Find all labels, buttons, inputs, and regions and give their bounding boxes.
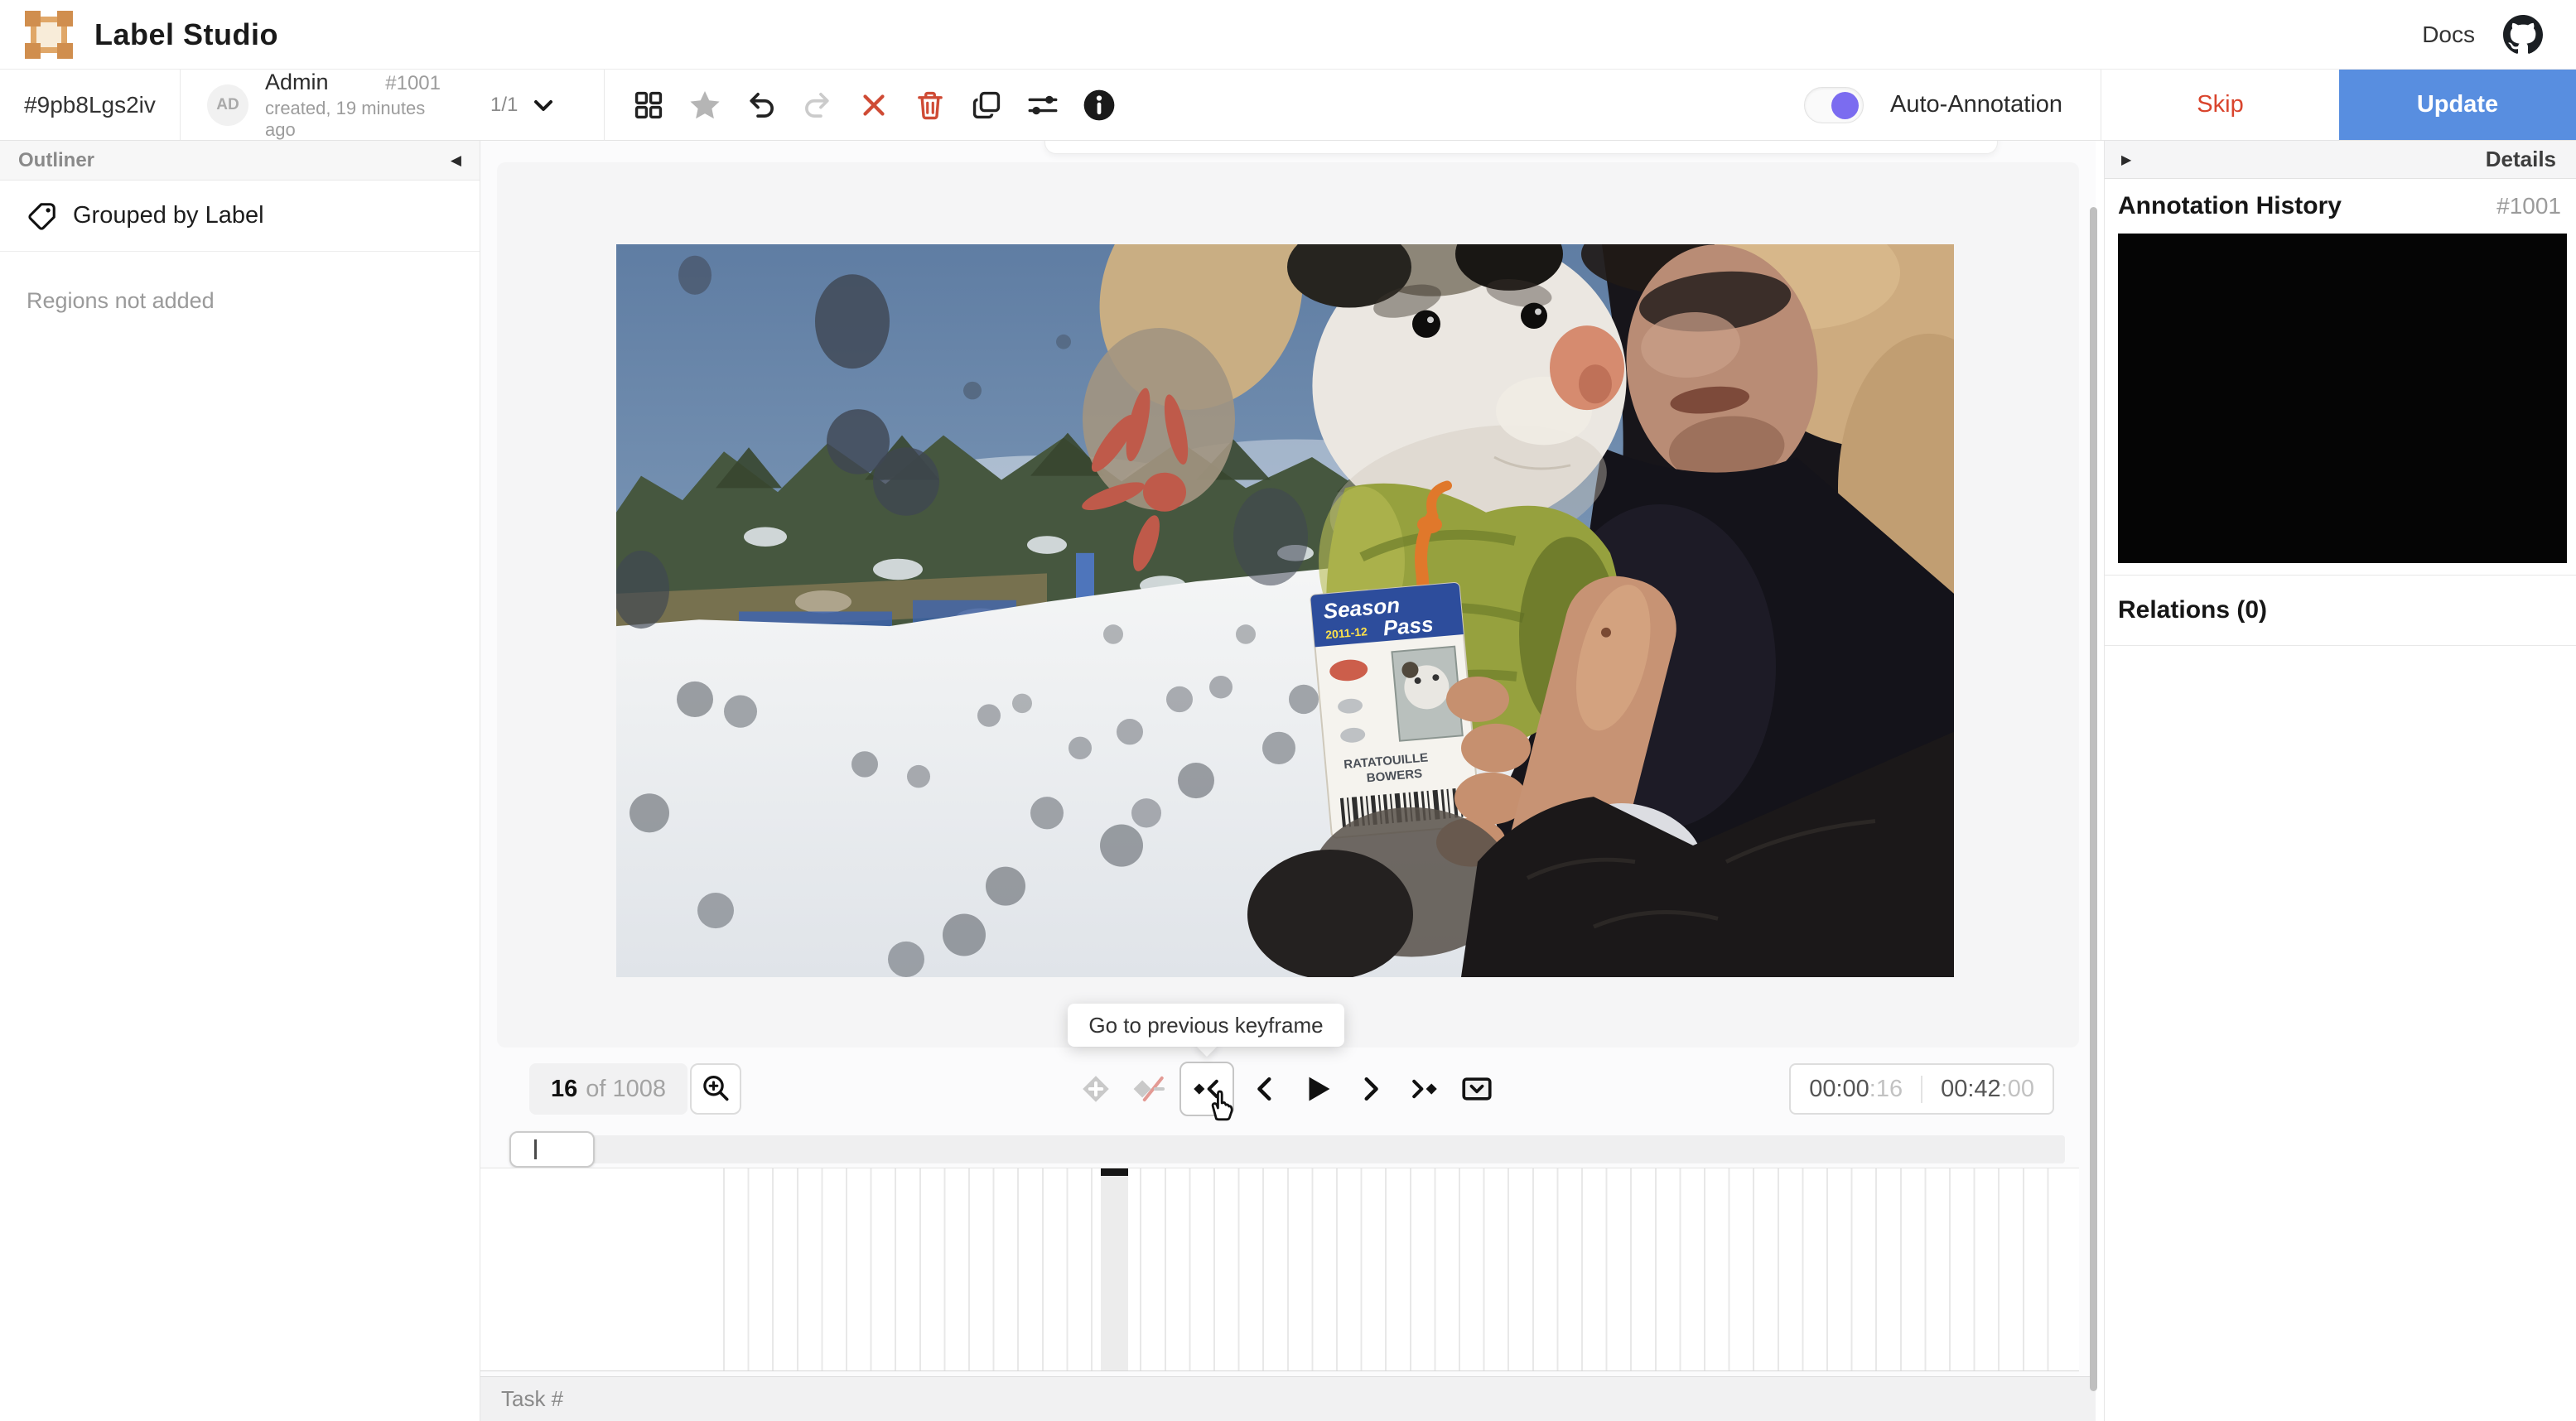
play-icon xyxy=(1309,1077,1330,1101)
timeline-playhead[interactable] xyxy=(1101,1168,1128,1176)
chevron-right-icon xyxy=(1364,1077,1378,1101)
top-bar: Label Studio Docs xyxy=(0,0,2576,70)
auto-annotation-label: Auto-Annotation xyxy=(1890,91,2062,118)
time-display: 00:00 :16 00:42 :00 xyxy=(1789,1063,2054,1115)
annotation-created-info: created, 19 minutes ago xyxy=(265,97,426,140)
playback-buttons xyxy=(1073,1062,1499,1116)
time-position-frames: :16 xyxy=(1869,1075,1903,1102)
label-studio-logo-icon xyxy=(25,10,73,59)
redo-button[interactable] xyxy=(798,86,837,124)
grid-icon xyxy=(635,91,663,118)
annotation-id: #1001 xyxy=(385,71,441,94)
star-icon xyxy=(690,90,720,118)
reset-annotation-button[interactable] xyxy=(855,86,893,124)
sliders-icon xyxy=(1028,95,1058,114)
settings-button[interactable] xyxy=(1024,86,1062,124)
group-by-label-selector[interactable]: Grouped by Label xyxy=(0,181,480,252)
x-icon xyxy=(863,94,885,116)
chevron-down-icon xyxy=(534,99,553,111)
video-frame[interactable]: Season 2011-12 Pass RATATOUILLE BOWERS xyxy=(616,244,1954,977)
annotation-history-title: Annotation History xyxy=(2118,192,2342,219)
time-total-main: 00:42 xyxy=(1941,1075,2001,1102)
chevron-left-icon xyxy=(1257,1077,1271,1101)
frame-current: 16 xyxy=(551,1075,578,1102)
trash-icon xyxy=(918,91,943,119)
tag-icon xyxy=(28,202,55,230)
next-keyframe-icon xyxy=(1412,1079,1437,1099)
time-total: 00:42 :00 xyxy=(1921,1075,2053,1103)
frame-total: of 1008 xyxy=(586,1075,667,1102)
add-keyframe-icon xyxy=(1083,1076,1109,1102)
frame-view-button[interactable] xyxy=(1454,1067,1499,1111)
toggle-interpolation-button[interactable] xyxy=(1126,1067,1171,1111)
expand-right-icon[interactable]: ▶ xyxy=(2121,152,2131,168)
info-icon xyxy=(1084,89,1115,120)
star-ground-truth-button[interactable] xyxy=(686,86,724,124)
redo-icon xyxy=(805,92,830,118)
prev-keyframe-button[interactable] xyxy=(1179,1062,1234,1116)
timeline-playhead-column xyxy=(1101,1168,1128,1370)
timeline[interactable] xyxy=(480,1168,2079,1371)
timeline-frame-grid xyxy=(723,1168,2071,1370)
duplicate-annotation-button[interactable] xyxy=(967,86,1006,124)
task-label: Task # xyxy=(501,1386,564,1411)
timeline-footer: Task # xyxy=(480,1376,2096,1421)
time-total-frames: :00 xyxy=(2000,1075,2034,1102)
pass-card-line2: Pass xyxy=(1382,613,1435,640)
copy-icon xyxy=(973,91,1001,118)
undo-icon xyxy=(750,92,774,118)
annotation-selector[interactable]: AD Admin #1001 created, 19 minutes ago 1… xyxy=(181,70,605,140)
task-id: #9pb8Lgs2iv xyxy=(0,70,181,140)
details-title: Details xyxy=(2485,147,2556,171)
annotation-actions xyxy=(605,70,1118,140)
outliner-panel: Outliner ◀ Grouped by Label Regions not … xyxy=(0,141,480,1421)
grid-view-button[interactable] xyxy=(630,86,668,124)
video-stage: Season 2011-12 Pass RATATOUILLE BOWERS xyxy=(497,162,2079,1048)
group-by-label-text: Grouped by Label xyxy=(73,202,264,229)
undo-button[interactable] xyxy=(742,86,780,124)
seek-viewport-handle[interactable] xyxy=(509,1131,595,1168)
annotation-workspace: Season 2011-12 Pass RATATOUILLE BOWERS 1… xyxy=(480,128,2096,1421)
prev-keyframe-icon xyxy=(1194,1079,1218,1099)
video-controls: 16 of 1008 00:00:16 00:42:00 xyxy=(480,1048,2096,1130)
next-frame-button[interactable] xyxy=(1348,1067,1393,1111)
zoom-region-button[interactable] xyxy=(690,1063,741,1115)
toggle-knob xyxy=(1831,91,1860,119)
vertical-scrollbar[interactable] xyxy=(2090,207,2097,1391)
play-button[interactable] xyxy=(1295,1067,1340,1111)
update-button[interactable]: Update xyxy=(2339,70,2576,140)
annotation-count: 1/1 xyxy=(490,93,519,116)
annotation-toolbar: #9pb8Lgs2iv AD Admin #1001 created, 19 m… xyxy=(0,70,2576,141)
info-button[interactable] xyxy=(1080,86,1118,124)
prev-frame-button[interactable] xyxy=(1242,1067,1287,1111)
annotator-name: Admin xyxy=(265,69,329,94)
docs-link[interactable]: Docs xyxy=(2422,22,2475,48)
collapse-left-icon[interactable]: ◀ xyxy=(451,152,461,169)
avatar: AD xyxy=(207,84,248,126)
time-position[interactable]: 00:00 :16 xyxy=(1791,1076,1921,1103)
tooltip: Go to previous keyframe xyxy=(1068,1004,1344,1047)
outliner-title: Outliner xyxy=(18,148,95,171)
regions-empty-message: Regions not added xyxy=(27,288,215,313)
time-position-main: 00:00 xyxy=(1809,1075,1869,1102)
github-icon[interactable] xyxy=(2503,14,2543,55)
frame-collapse-icon xyxy=(1462,1077,1492,1101)
next-keyframe-button[interactable] xyxy=(1401,1067,1446,1111)
seek-track[interactable] xyxy=(511,1135,2065,1163)
frame-counter[interactable]: 16 of 1008 xyxy=(529,1063,688,1115)
annotation-history-preview[interactable] xyxy=(2118,234,2567,563)
magnifier-plus-icon xyxy=(703,1076,729,1101)
details-panel: ▶ Details Annotation History #1001 Relat… xyxy=(2104,141,2576,1421)
relations-title: Relations (0) xyxy=(2118,596,2268,624)
auto-annotation-toggle[interactable] xyxy=(1804,86,1864,123)
skip-button[interactable]: Skip xyxy=(2101,70,2339,140)
delete-annotation-button[interactable] xyxy=(911,86,949,124)
keyframe-slash-icon xyxy=(1133,1076,1165,1102)
add-keyframe-button[interactable] xyxy=(1073,1067,1118,1111)
seek-row xyxy=(480,1131,2096,1168)
app-title: Label Studio xyxy=(94,17,278,51)
seek-position-caret xyxy=(534,1139,537,1159)
annotation-history-id: #1001 xyxy=(2496,193,2561,219)
annotation-pager[interactable]: 1/1 xyxy=(490,93,556,118)
